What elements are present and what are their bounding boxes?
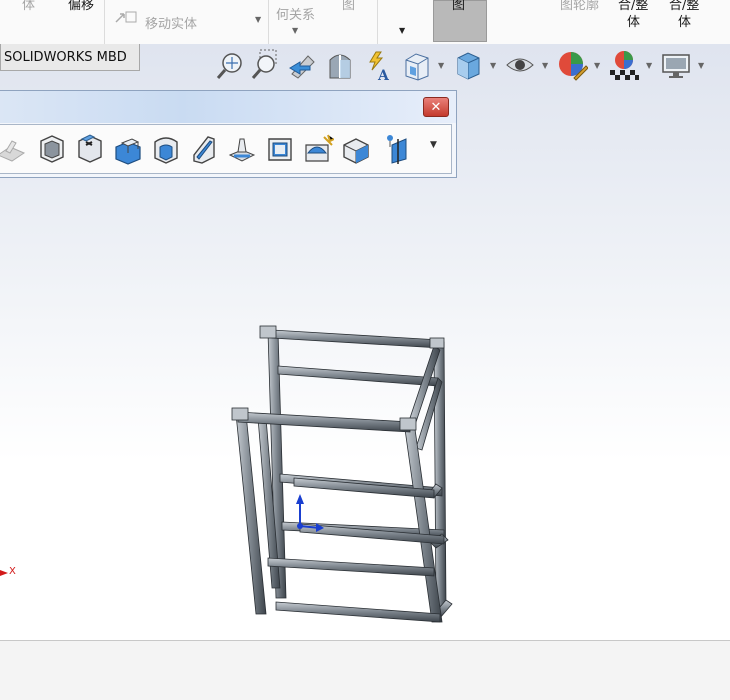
shell-icon[interactable]	[36, 133, 68, 165]
chevron-down-icon[interactable]: ▼	[399, 26, 407, 35]
ribbon-divider	[377, 0, 378, 44]
status-area	[0, 640, 730, 700]
reference-geometry-label[interactable]: 何关系	[276, 4, 315, 23]
extruded-cut-icon[interactable]	[74, 133, 106, 165]
zoom-to-fit-icon[interactable]	[214, 48, 246, 82]
ribbon-active-button[interactable]: 图	[433, 0, 487, 42]
section-view-icon[interactable]	[324, 48, 356, 82]
chevron-down-icon[interactable]: ▼	[646, 61, 654, 70]
chevron-down-icon[interactable]: ▼	[594, 61, 602, 70]
fillet-icon[interactable]	[150, 133, 182, 165]
draft-icon[interactable]	[226, 133, 258, 165]
previous-view-icon[interactable]	[286, 48, 318, 82]
dynamic-annotation-icon[interactable]: A	[362, 48, 394, 84]
ribbon-fragment: 图	[342, 0, 356, 13]
svg-text:A: A	[377, 68, 390, 82]
chevron-down-icon[interactable]: ▼	[542, 61, 550, 70]
x-axis-label: X	[9, 566, 16, 577]
wrap-icon[interactable]	[264, 133, 296, 165]
frame-model-3d[interactable]	[220, 318, 490, 636]
view-settings-icon[interactable]	[660, 48, 692, 82]
dome-icon[interactable]	[302, 133, 335, 165]
rib-icon[interactable]	[0, 133, 28, 165]
zoom-area-icon[interactable]	[248, 48, 280, 82]
chevron-down-icon[interactable]: ▼	[430, 140, 440, 150]
chevron-down-icon[interactable]: ▼	[292, 26, 300, 35]
ribbon-divider	[268, 0, 269, 44]
edit-appearance-icon[interactable]	[556, 48, 589, 82]
command-ribbon: 体 偏移 移动实体 ▼ 何关系 ▼ 图 ▼ 图 图轮廓 合/整 体 合/整 体	[0, 0, 730, 45]
toolbar-body: ▼	[0, 124, 452, 174]
chevron-down-icon[interactable]: ▼	[490, 61, 498, 70]
move-body-button[interactable]: 移动实体	[145, 13, 197, 32]
origin-triad-icon	[296, 494, 324, 532]
ribbon-fragment: 体	[22, 0, 36, 13]
chamfer-icon[interactable]	[188, 133, 220, 165]
toolbar-title-bar[interactable]: ✕	[0, 91, 456, 123]
view-orientation-icon[interactable]	[400, 48, 432, 82]
offset-button[interactable]: 偏移	[68, 0, 94, 13]
intersect-icon[interactable]	[340, 133, 372, 165]
apply-scene-icon[interactable]	[608, 48, 640, 82]
ribbon-fragment: 图轮廓	[560, 0, 600, 13]
tab-solidworks-mbd[interactable]: SOLIDWORKS MBD	[0, 44, 140, 71]
combine2-button-line2[interactable]: 体	[678, 11, 691, 30]
ribbon-fragment: 图	[452, 0, 466, 13]
feature-toolbar-window[interactable]: ✕ ▼	[0, 90, 457, 178]
display-style-icon[interactable]	[452, 48, 484, 82]
mirror-icon[interactable]	[378, 133, 410, 165]
boss-extrude-icon[interactable]	[112, 133, 144, 165]
combine-button-line2[interactable]: 体	[627, 11, 640, 30]
close-button[interactable]: ✕	[423, 97, 449, 117]
ribbon-divider	[104, 0, 105, 44]
heads-up-view-toolbar: A ▼ ▼ ▼ ▼ ▼ ▼	[210, 48, 730, 84]
move-body-icon	[114, 8, 138, 26]
chevron-down-icon[interactable]: ▼	[698, 61, 706, 70]
chevron-down-icon[interactable]: ▼	[438, 61, 446, 70]
chevron-down-icon[interactable]: ▼	[255, 15, 263, 24]
hide-show-icon[interactable]	[504, 48, 536, 82]
